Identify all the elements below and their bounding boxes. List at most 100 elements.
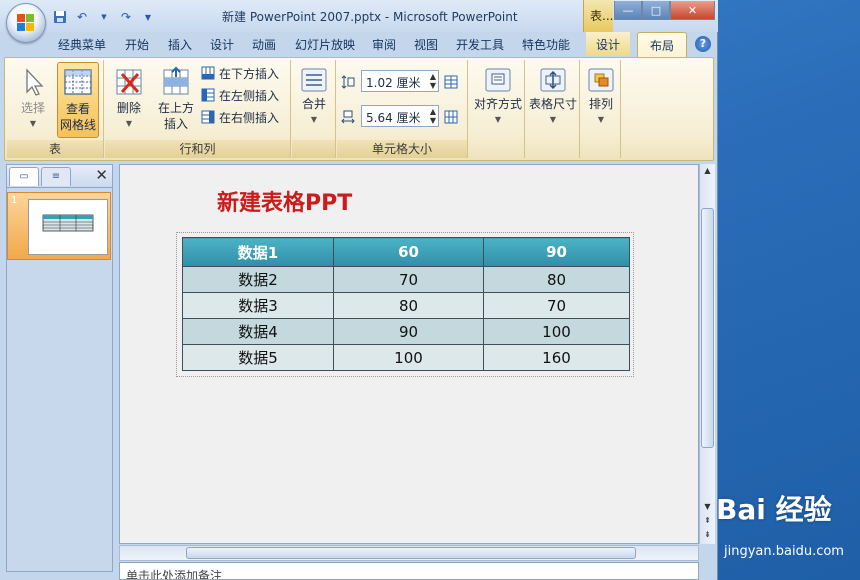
column-width-stepper[interactable]: 5.64 厘米 ▲ ▼ bbox=[361, 105, 439, 127]
table-cell[interactable]: 60 bbox=[333, 237, 484, 267]
table-cell[interactable]: 160 bbox=[483, 344, 630, 371]
insert-left-button[interactable]: 在左侧插入 bbox=[201, 85, 279, 105]
group-label-rows-columns: 行和列 bbox=[105, 140, 290, 158]
column-width-value: 5.64 厘米 bbox=[366, 111, 421, 125]
table-cell[interactable]: 70 bbox=[483, 292, 630, 319]
scroll-up-icon[interactable]: ▲ bbox=[700, 164, 715, 178]
dropdown-arrow-icon[interactable]: ▼ bbox=[96, 9, 112, 25]
table-cell[interactable]: 100 bbox=[333, 344, 484, 371]
table-cell[interactable]: 数据4 bbox=[182, 318, 334, 345]
tab-home[interactable]: 开始 bbox=[125, 36, 149, 53]
context-tool-title: 表... bbox=[583, 0, 613, 32]
table-size-label: 表格尺寸 bbox=[528, 97, 577, 111]
office-button[interactable] bbox=[6, 3, 46, 43]
vertical-scrollbar[interactable]: ▲ ▼ ⇞ ⇟ bbox=[699, 164, 715, 544]
insert-below-icon bbox=[201, 66, 215, 80]
tab-animation[interactable]: 动画 bbox=[252, 36, 276, 53]
next-slide-icon[interactable]: ⇟ bbox=[700, 528, 715, 542]
tab-table-design[interactable]: 设计 bbox=[586, 32, 631, 56]
select-label: 选择 bbox=[20, 101, 45, 115]
quick-access-toolbar: ↶ ▼ ↷ ▼ bbox=[52, 7, 156, 27]
dropdown-arrow-icon: ▼ bbox=[549, 115, 557, 124]
group-rows-columns: 删除 ▼ 在上方 插入 在下方插入 在左侧插入 在右侧插入 行和列 bbox=[105, 60, 291, 158]
distribute-columns-icon[interactable] bbox=[444, 107, 458, 127]
spin-arrows-icon[interactable]: ▲ ▼ bbox=[430, 72, 436, 90]
horizontal-scrollbar[interactable] bbox=[119, 545, 699, 561]
tab-view[interactable]: 视图 bbox=[414, 36, 438, 53]
dropdown-arrow-icon: ▼ bbox=[310, 115, 318, 124]
tab-slideshow[interactable]: 幻灯片放映 bbox=[295, 36, 355, 53]
group-table: 选择 ▼ 查看 网格线 表 bbox=[7, 60, 104, 158]
slide-number: 1 bbox=[11, 195, 18, 206]
table-cell[interactable]: 70 bbox=[333, 266, 484, 293]
insert-below-label: 在下方插入 bbox=[219, 66, 280, 81]
outline-tab[interactable]: ≡ bbox=[41, 167, 71, 186]
slide-title[interactable]: 新建表格PPT bbox=[217, 185, 352, 217]
row-height-stepper[interactable]: 1.02 厘米 ▲ ▼ bbox=[361, 70, 439, 92]
scroll-down-icon[interactable]: ▼ bbox=[700, 500, 715, 514]
tab-classic-menu[interactable]: 经典菜单 bbox=[58, 36, 106, 53]
insert-above-button[interactable]: 在上方 插入 bbox=[155, 62, 197, 136]
table-cell[interactable]: 数据1 bbox=[182, 237, 334, 267]
maximize-button[interactable]: □ bbox=[642, 1, 670, 20]
tab-table-layout[interactable]: 布局 bbox=[637, 32, 688, 57]
table-cell[interactable]: 数据3 bbox=[182, 292, 334, 319]
tab-insert[interactable]: 插入 bbox=[168, 36, 192, 53]
view-gridlines-button[interactable]: 查看 网格线 bbox=[57, 62, 99, 138]
insert-above-label-2: 插入 bbox=[163, 117, 188, 131]
insert-right-button[interactable]: 在右侧插入 bbox=[201, 107, 279, 127]
table-row: 数据3 80 70 bbox=[182, 292, 630, 319]
data-table[interactable]: 数据1 60 90 数据2 70 80 数据3 80 70 数据4 90 100… bbox=[182, 237, 630, 371]
table-cell[interactable]: 90 bbox=[483, 237, 630, 267]
group-label-cell-size: 单元格大小 bbox=[337, 140, 467, 158]
table-cell[interactable]: 100 bbox=[483, 318, 630, 345]
horizontal-scroll-thumb[interactable] bbox=[186, 547, 636, 559]
insert-right-label: 在右侧插入 bbox=[219, 110, 280, 125]
slide-thumbnail-preview bbox=[28, 199, 108, 255]
delete-table-icon bbox=[113, 66, 145, 98]
table-selection-frame[interactable]: 数据1 60 90 数据2 70 80 数据3 80 70 数据4 90 100… bbox=[176, 232, 634, 377]
alignment-button[interactable]: 对齐方式 ▼ bbox=[472, 62, 524, 136]
insert-left-icon bbox=[201, 88, 215, 102]
undo-icon[interactable]: ↶ bbox=[74, 9, 90, 25]
tab-design[interactable]: 设计 bbox=[210, 36, 234, 53]
merge-button[interactable]: 合并 ▼ bbox=[295, 62, 333, 136]
tab-developer[interactable]: 开发工具 bbox=[456, 36, 504, 53]
arrange-button[interactable]: 排列 ▼ bbox=[582, 62, 620, 136]
table-cell[interactable]: 数据2 bbox=[182, 266, 334, 293]
minimize-button[interactable]: — bbox=[614, 1, 642, 20]
group-label-merge bbox=[292, 140, 335, 158]
gridlines-icon bbox=[62, 67, 94, 99]
table-cell[interactable]: 数据5 bbox=[182, 344, 334, 371]
distribute-rows-icon[interactable] bbox=[444, 72, 458, 92]
slides-tab-icon: ▭ bbox=[19, 171, 29, 182]
notes-pane[interactable]: 单击此处添加备注 bbox=[119, 562, 699, 580]
group-arrange: 排列 ▼ bbox=[581, 60, 621, 158]
help-icon[interactable]: ? bbox=[695, 36, 711, 52]
dropdown-arrow-icon: ▼ bbox=[494, 115, 502, 124]
table-row: 数据2 70 80 bbox=[182, 266, 630, 293]
tab-review[interactable]: 审阅 bbox=[372, 36, 396, 53]
window-controls: — □ ✕ bbox=[614, 1, 715, 21]
close-pane-icon[interactable]: ✕ bbox=[95, 166, 108, 184]
insert-below-button[interactable]: 在下方插入 bbox=[201, 63, 279, 83]
slides-pane-tabs: ▭ ≡ ✕ bbox=[7, 165, 112, 188]
vertical-scroll-thumb[interactable] bbox=[701, 208, 714, 448]
table-cell[interactable]: 90 bbox=[333, 318, 484, 345]
select-button[interactable]: 选择 ▼ bbox=[13, 62, 53, 136]
spin-arrows-icon[interactable]: ▲ ▼ bbox=[430, 107, 436, 125]
table-size-button[interactable]: 表格尺寸 ▼ bbox=[527, 62, 579, 136]
tab-special-features[interactable]: 特色功能 bbox=[522, 36, 570, 53]
slide-thumbnail[interactable]: 1 bbox=[7, 192, 111, 260]
table-cell[interactable]: 80 bbox=[483, 266, 630, 293]
redo-icon[interactable]: ↷ bbox=[118, 9, 134, 25]
customize-toolbar-icon[interactable]: ▼ bbox=[140, 9, 156, 25]
previous-slide-icon[interactable]: ⇞ bbox=[700, 514, 715, 528]
slides-tab[interactable]: ▭ bbox=[9, 167, 39, 186]
group-merge: 合并 ▼ bbox=[292, 60, 336, 158]
close-button[interactable]: ✕ bbox=[670, 1, 715, 20]
delete-button[interactable]: 删除 ▼ bbox=[109, 62, 149, 136]
save-icon[interactable] bbox=[52, 9, 68, 25]
table-cell[interactable]: 80 bbox=[333, 292, 484, 319]
powerpoint-window: ↶ ▼ ↷ ▼ 新建 PowerPoint 2007.pptx - Micros… bbox=[0, 0, 718, 580]
